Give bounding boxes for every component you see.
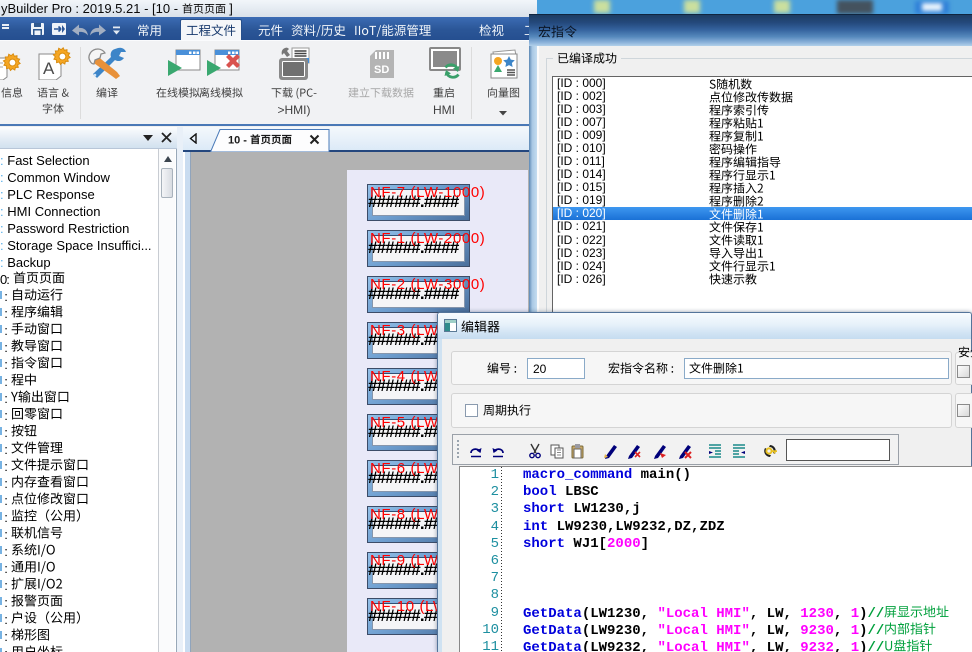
- svg-text:A: A: [43, 59, 55, 78]
- svg-text:SD: SD: [374, 64, 389, 76]
